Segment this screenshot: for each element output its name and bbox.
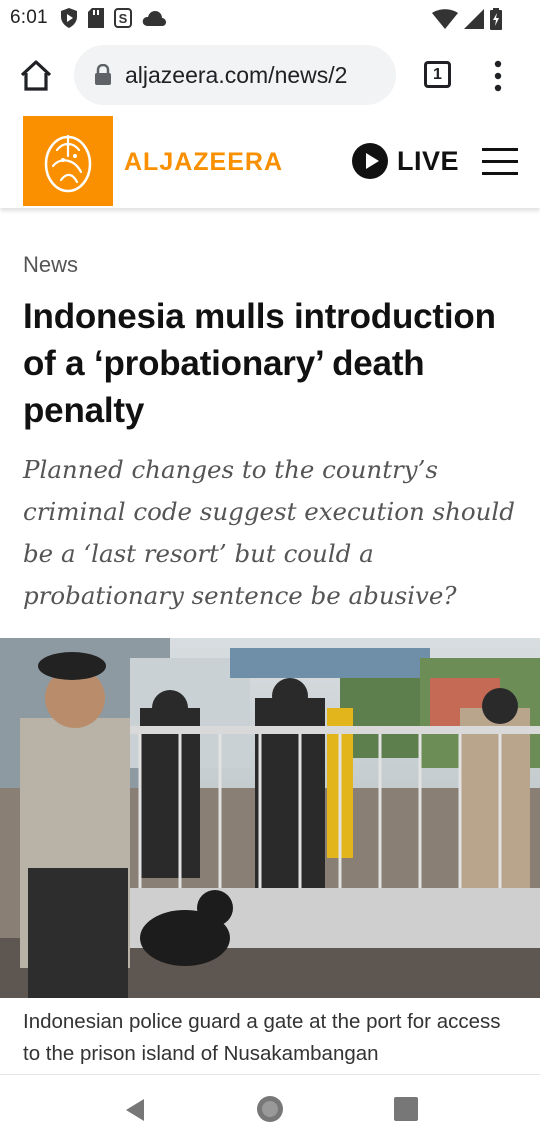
status-bar: 6:01 S [0,0,540,36]
site-header: ALJAZEERA LIVE [0,116,540,208]
article-standfirst: Planned changes to the country’s crimina… [23,455,515,610]
home-circle-icon[interactable] [256,1095,284,1123]
hamburger-menu-icon[interactable] [482,148,518,176]
home-icon[interactable] [18,58,54,94]
photo-caption: Indonesian police guard a gate at the po… [23,1010,501,1065]
lock-icon [95,64,111,85]
sd-card-icon [87,8,104,28]
s-app-icon: S [113,8,132,28]
aljazeera-logo[interactable] [23,116,113,206]
logo-wordmark[interactable]: ALJAZEERA [124,148,283,177]
svg-text:S: S [118,11,127,26]
url-text[interactable]: aljazeera.com/news/2 [125,62,383,89]
live-label: LIVE [397,145,460,176]
address-bar[interactable]: aljazeera.com/news/2 [74,45,396,105]
status-time: 6:01 [10,7,48,28]
notification-icons: S [60,8,166,28]
article-category[interactable]: News [23,252,78,278]
cloud-icon [142,11,166,26]
play-icon [352,143,388,179]
photo-scene [0,638,540,998]
aljazeera-emblem-icon [44,134,92,193]
live-button[interactable]: LIVE [352,143,459,179]
back-icon[interactable] [122,1097,148,1123]
signal-icon [464,9,484,29]
more-options-icon[interactable] [488,58,508,94]
article-headline: Indonesia mulls introduction of a ‘proba… [23,297,496,430]
recent-apps-icon[interactable] [394,1097,418,1121]
shield-play-icon [60,8,77,28]
article-photo [0,638,540,998]
system-nav-bar [0,1074,540,1141]
browser-toolbar: aljazeera.com/news/2 1 [0,36,540,116]
system-icons [432,8,502,30]
wifi-icon [432,9,458,29]
tab-switcher-button[interactable]: 1 [424,61,451,88]
battery-icon [490,8,502,30]
